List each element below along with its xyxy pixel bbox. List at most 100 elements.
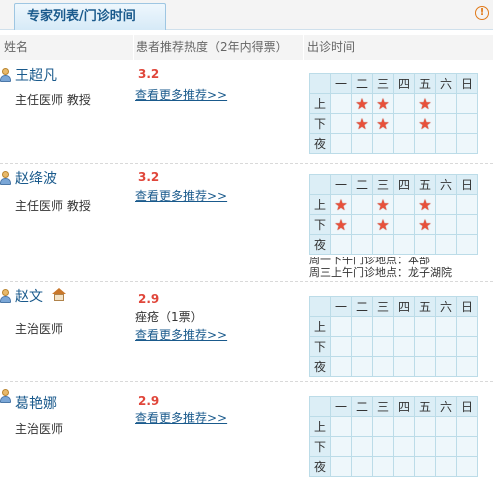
schedule-grid: 一二三四五六日上 ★ ★ ★ 下 ★ ★ ★ 夜 <box>309 174 478 255</box>
schedule-cell <box>393 316 415 337</box>
period-label: 下 <box>309 436 331 457</box>
schedule-cell <box>351 416 373 437</box>
day-header: 日 <box>456 296 478 317</box>
day-header: 五 <box>414 174 436 195</box>
clinic-star-icon[interactable]: ★ <box>333 197 349 213</box>
doctor-name[interactable]: 王超凡 <box>15 65 57 85</box>
day-header: 二 <box>351 396 373 417</box>
day-header: 二 <box>351 73 373 94</box>
day-header: 二 <box>351 296 373 317</box>
period-label: 夜 <box>309 456 331 477</box>
clinic-star-icon[interactable]: ★ <box>417 96 433 112</box>
schedule-cell: ★ <box>372 194 394 215</box>
doctor-name[interactable]: 赵绛波 <box>15 168 57 188</box>
schedule-cell <box>456 133 478 154</box>
warning-icon[interactable]: ! <box>475 6 489 20</box>
schedule-cell <box>330 234 352 255</box>
schedule-cell <box>393 456 415 477</box>
schedule-cell <box>456 194 478 215</box>
period-label: 夜 <box>309 356 331 377</box>
clinic-star-icon[interactable]: ★ <box>375 197 391 213</box>
schedule-cell: ★ <box>414 194 436 215</box>
period-label: 上 <box>309 93 331 114</box>
clinic-star-icon[interactable]: ★ <box>417 217 433 233</box>
day-header: 五 <box>414 73 436 94</box>
clinic-star-icon[interactable]: ★ <box>333 217 349 233</box>
schedule-cell <box>351 316 373 337</box>
schedule-cell <box>351 194 373 215</box>
schedule-cell <box>393 133 415 154</box>
schedule-cell: ★ <box>414 214 436 235</box>
more-recommend-link[interactable]: 查看更多推荐>> <box>135 409 227 426</box>
doctor-row: 葛艳娜 主治医师 2.9 查看更多推荐>> 一二三四五六日上下夜 <box>0 383 493 488</box>
day-header: 三 <box>372 396 394 417</box>
day-header: 三 <box>372 73 394 94</box>
schedule-cell <box>435 93 457 114</box>
schedule-grid: 一二三四五六日上下夜 <box>309 396 478 477</box>
schedule-cell <box>330 416 352 437</box>
schedule-cell <box>456 416 478 437</box>
tab-bar: 专家列表/门诊时间 ! <box>0 0 493 30</box>
schedule-cell <box>351 336 373 357</box>
person-icon <box>0 171 11 185</box>
clinic-star-icon[interactable]: ★ <box>417 116 433 132</box>
person-icon <box>0 289 11 303</box>
period-label: 上 <box>309 316 331 337</box>
schedule-cell: ★ <box>330 214 352 235</box>
schedule-cell <box>414 456 436 477</box>
clinic-star-icon[interactable]: ★ <box>354 116 370 132</box>
schedule-cell <box>435 316 457 337</box>
schedule-cell <box>330 133 352 154</box>
clinic-star-icon[interactable]: ★ <box>417 197 433 213</box>
doctor-row: 赵绛波 主任医师 教授 3.2 查看更多推荐>> 一二三四五六日上 ★ ★ ★ 下 ★ ★ ★… <box>0 165 493 282</box>
schedule-cell <box>456 214 478 235</box>
doctor-title: 主治医师 <box>15 322 64 336</box>
day-header: 二 <box>351 174 373 195</box>
schedule-cell <box>456 456 478 477</box>
more-recommend-link[interactable]: 查看更多推荐>> <box>135 326 227 343</box>
day-header: 一 <box>330 73 352 94</box>
schedule-cell <box>351 456 373 477</box>
more-recommend-link[interactable]: 查看更多推荐>> <box>135 86 227 103</box>
doctor-name[interactable]: 赵文 <box>15 286 43 306</box>
day-header: 六 <box>435 396 457 417</box>
doctor-name[interactable]: 葛艳娜 <box>15 393 57 413</box>
clinic-star-icon[interactable]: ★ <box>375 116 391 132</box>
schedule-cell <box>351 356 373 377</box>
period-label: 上 <box>309 194 331 215</box>
schedule-cell: ★ <box>372 214 394 235</box>
home-icon[interactable] <box>52 288 66 301</box>
clinic-star-icon[interactable]: ★ <box>375 217 391 233</box>
day-header: 三 <box>372 174 394 195</box>
day-header: 四 <box>393 174 415 195</box>
more-recommend-link[interactable]: 查看更多推荐>> <box>135 187 227 204</box>
schedule-cell <box>330 356 352 377</box>
schedule-cell <box>351 133 373 154</box>
schedule-cell <box>435 194 457 215</box>
day-header: 五 <box>414 296 436 317</box>
schedule-cell <box>435 336 457 357</box>
clinic-star-icon[interactable]: ★ <box>354 96 370 112</box>
col-popularity-header: 患者推荐热度（2年内得票） <box>133 35 288 60</box>
schedule-cell <box>435 456 457 477</box>
schedule-cell <box>372 133 394 154</box>
schedule-cell <box>393 93 415 114</box>
schedule-cell <box>393 234 415 255</box>
schedule-cell: ★ <box>414 113 436 134</box>
day-header: 五 <box>414 396 436 417</box>
schedule-cell <box>330 316 352 337</box>
period-label: 上 <box>309 416 331 437</box>
schedule-cell <box>393 356 415 377</box>
schedule-cell <box>435 416 457 437</box>
schedule-cell <box>435 436 457 457</box>
schedule-cell <box>456 316 478 337</box>
tab-doctor-list[interactable]: 专家列表/门诊时间 <box>14 3 166 30</box>
schedule-cell: ★ <box>351 113 373 134</box>
schedule-corner-cell <box>309 174 331 195</box>
schedule-cell <box>435 113 457 134</box>
day-header: 四 <box>393 396 415 417</box>
column-header: 姓名 患者推荐热度（2年内得票） 出诊时间 <box>0 35 493 60</box>
schedule-cell <box>414 234 436 255</box>
clinic-star-icon[interactable]: ★ <box>375 96 391 112</box>
schedule-cell <box>393 436 415 457</box>
